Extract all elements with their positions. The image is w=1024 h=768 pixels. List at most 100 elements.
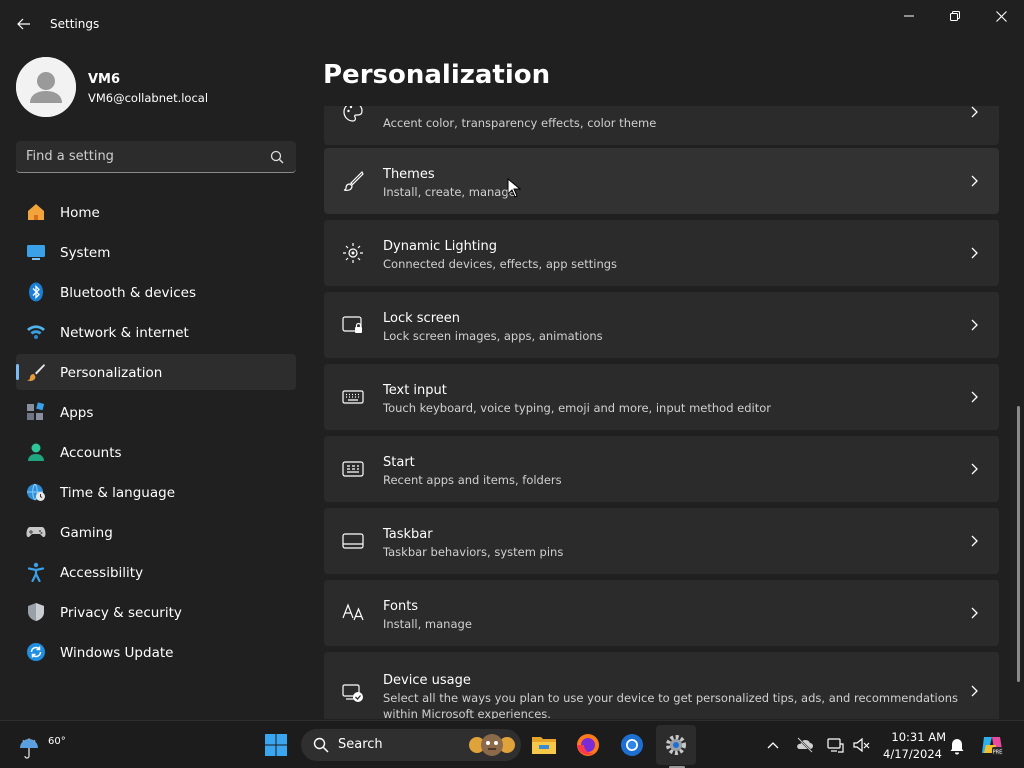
sidebar-item-bluetooth[interactable]: Bluetooth & devices	[16, 274, 296, 310]
taskbar-icon	[342, 533, 364, 549]
sidebar-item-label: Windows Update	[60, 645, 174, 661]
user-avatar-icon	[16, 57, 76, 117]
close-button[interactable]	[978, 0, 1024, 32]
sidebar-item-label: Bluetooth & devices	[60, 285, 197, 301]
taskbar-search[interactable]: Search	[301, 729, 521, 761]
sidebar-item-label: Home	[60, 205, 100, 221]
sidebar-item-accessibility[interactable]: Accessibility	[16, 554, 296, 590]
sidebar-item-label: Privacy & security	[60, 605, 182, 621]
sidebar-item-windows-update[interactable]: Windows Update	[16, 634, 296, 670]
apps-icon	[27, 402, 45, 420]
sidebar-item-system[interactable]: System	[16, 234, 296, 270]
setting-card-themes[interactable]: Themes Install, create, manage	[324, 148, 999, 214]
setting-card-colors[interactable]: Accent color, transparency effects, colo…	[324, 106, 999, 145]
search-icon	[270, 150, 284, 164]
restore-button[interactable]	[932, 0, 978, 32]
chevron-right-icon	[971, 463, 978, 475]
card-subtitle: Accent color, transparency effects, colo…	[383, 116, 657, 130]
page-title: Personalization	[323, 60, 551, 90]
firefox-button[interactable]	[568, 725, 608, 765]
sidebar-item-label: System	[60, 245, 111, 261]
card-title: Start	[383, 455, 415, 470]
chevron-right-icon	[971, 607, 978, 619]
card-subtitle: Taskbar behaviors, system pins	[383, 545, 564, 559]
accessibility-icon	[27, 562, 45, 582]
card-subtitle: Recent apps and items, folders	[383, 473, 562, 487]
setting-card-taskbar[interactable]: Taskbar Taskbar behaviors, system pins	[324, 508, 999, 574]
card-subtitle: Touch keyboard, voice typing, emoji and …	[383, 401, 772, 415]
sidebar-item-privacy-security[interactable]: Privacy & security	[16, 594, 296, 630]
sidebar-item-home[interactable]: Home	[16, 194, 296, 230]
mouse-cursor-icon	[507, 178, 521, 198]
setting-card-device-usage[interactable]: Device usage Select all the ways you pla…	[324, 652, 999, 719]
chevron-right-icon	[971, 391, 978, 403]
card-subtitle: Connected devices, effects, app settings	[383, 257, 618, 271]
card-subtitle: Install, manage	[383, 617, 472, 631]
sidebar-item-label: Time & language	[60, 485, 176, 501]
notification-bell-icon[interactable]	[947, 735, 967, 755]
close-icon	[995, 10, 1007, 22]
chrome-button[interactable]	[612, 725, 652, 765]
network-icon[interactable]	[826, 735, 846, 755]
card-subtitle: Lock screen images, apps, animations	[383, 329, 603, 343]
file-explorer-button[interactable]	[524, 725, 564, 765]
card-title: Device usage	[383, 673, 471, 688]
sidebar-item-apps[interactable]: Apps	[16, 394, 296, 430]
copilot-icon[interactable]: PRE	[980, 733, 1004, 757]
onedrive-offline-icon[interactable]	[795, 735, 815, 755]
start-icon	[342, 461, 364, 477]
device-usage-icon	[342, 684, 363, 702]
gamepad-icon	[26, 527, 46, 538]
settings-app-button[interactable]	[656, 725, 696, 765]
setting-card-lock-screen[interactable]: Lock screen Lock screen images, apps, an…	[324, 292, 999, 358]
update-icon	[27, 643, 45, 661]
chrome-icon	[621, 734, 643, 756]
clock-date[interactable]: 4/17/2024	[880, 747, 942, 761]
sidebar-item-label: Personalization	[60, 365, 163, 381]
gear-icon	[666, 735, 686, 755]
weather-widget[interactable]: 60°	[16, 729, 66, 763]
setting-card-start[interactable]: Start Recent apps and items, folders	[324, 436, 999, 502]
card-title: Taskbar	[383, 527, 433, 542]
card-subtitle: Install, create, manage	[383, 185, 516, 199]
search-input[interactable]	[26, 141, 266, 172]
scrollbar[interactable]	[1017, 406, 1020, 682]
sidebar-item-time-language[interactable]: Time & language	[16, 474, 296, 510]
chevron-up-icon[interactable]	[763, 735, 783, 755]
chevron-right-icon	[971, 535, 978, 547]
card-title: Lock screen	[383, 311, 460, 326]
card-title: Dynamic Lighting	[383, 239, 498, 254]
sidebar-item-label: Gaming	[60, 525, 113, 541]
setting-card-dynamic-lighting[interactable]: Dynamic Lighting Connected devices, effe…	[324, 220, 999, 286]
sidebar-item-label: Accessibility	[60, 565, 144, 581]
sidebar-item-label: Accounts	[60, 445, 122, 461]
setting-card-text-input[interactable]: Text input Touch keyboard, voice typing,…	[324, 364, 999, 430]
sidebar-item-personalization[interactable]: Personalization	[16, 354, 296, 390]
folder-icon	[532, 737, 556, 754]
sidebar-item-network[interactable]: Network & internet	[16, 314, 296, 350]
settings-list: Accent color, transparency effects, colo…	[324, 106, 1000, 719]
brush-icon	[343, 170, 364, 191]
user-email: VM6@collabnet.local	[88, 91, 209, 105]
avatar[interactable]	[16, 57, 76, 117]
lock-screen-icon	[342, 316, 362, 333]
lighting-icon	[343, 243, 363, 263]
settings-search[interactable]	[16, 141, 296, 173]
setting-card-fonts[interactable]: Fonts Install, manage	[324, 580, 999, 646]
palette-icon	[343, 106, 363, 122]
firefox-icon	[577, 734, 599, 756]
sidebar-nav: Home System Bluetooth & devices Network …	[16, 194, 296, 674]
volume-muted-icon[interactable]	[852, 735, 872, 755]
sidebar-item-gaming[interactable]: Gaming	[16, 514, 296, 550]
weather-temperature: 60°	[48, 736, 66, 747]
back-button[interactable]	[10, 10, 38, 38]
sidebar-item-accounts[interactable]: Accounts	[16, 434, 296, 470]
sidebar-item-label: Network & internet	[60, 325, 189, 341]
start-button[interactable]	[256, 725, 296, 765]
minimize-icon	[904, 15, 914, 17]
search-icon	[313, 737, 329, 753]
minimize-button[interactable]	[886, 0, 932, 32]
search-highlight-icon	[469, 734, 515, 756]
restore-icon	[950, 11, 960, 21]
clock-time[interactable]: 10:31 AM	[886, 730, 946, 744]
